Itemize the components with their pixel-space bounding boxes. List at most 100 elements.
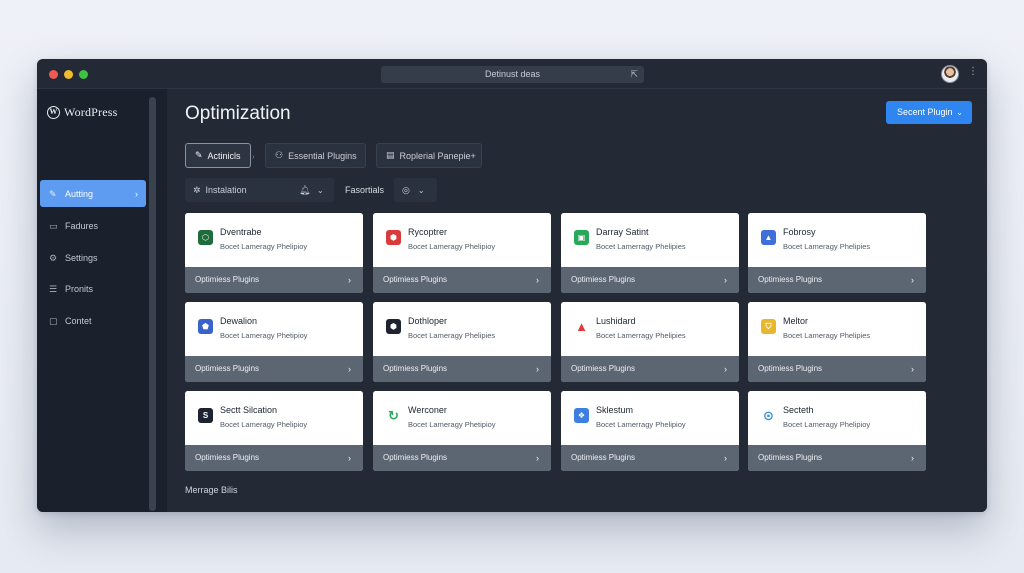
optimize-plugins-link[interactable]: Optimiess Plugins › — [561, 445, 739, 471]
plugin-description: Bocet Lamerragy Phelipioy — [596, 420, 686, 429]
card-footer-label: Optimiess Plugins — [571, 364, 636, 373]
plugin-card[interactable]: ▲ Fobrosy Bocet Lameragy Phelipies Optim… — [748, 213, 926, 293]
plugin-description: Bocet Lameragy Phelipioy — [408, 242, 496, 251]
pencil-icon: ✎ — [195, 150, 203, 160]
plugin-card[interactable]: ⬟ Dewalion Bocet Lameragy Phetipioy Opti… — [185, 302, 363, 382]
favorites-dropdown[interactable]: ◎ ⌄ — [394, 178, 437, 202]
optimize-plugins-link[interactable]: Optimiess Plugins › — [561, 267, 739, 293]
main-content: Optimization Secent Plugin ⌄ ✎ Actinicls… — [167, 89, 987, 512]
avatar[interactable] — [941, 65, 959, 83]
plugin-card[interactable]: ▣ Darray Satint Bocet Lamerragy Phelipie… — [561, 213, 739, 293]
plugin-card[interactable]: ↻ Werconer Bocet Lameragy Phetipioy Opti… — [373, 391, 551, 471]
card-body: ▲ Lushidard Bocet Lamerragy Phelipies — [561, 302, 739, 356]
address-bar[interactable]: Detinust deas ⇱ — [381, 66, 644, 83]
window-controls — [49, 70, 88, 79]
document-icon: ▭ — [49, 220, 58, 231]
optimize-plugins-link[interactable]: Optimiess Plugins › — [748, 356, 926, 382]
chevron-right-icon: › — [348, 364, 351, 374]
sidebar-item-autting[interactable]: ✎ Autting › — [40, 180, 146, 207]
sparkle-icon: ✲ — [193, 184, 201, 195]
plugin-description: Bocet Lameragy Phelipies — [783, 242, 871, 251]
share-icon[interactable]: ⇱ — [630, 66, 638, 83]
plugin-card[interactable]: ▲ Lushidard Bocet Lamerragy Phelipies Op… — [561, 302, 739, 382]
card-footer-label: Optimiess Plugins — [758, 364, 823, 373]
pin-icon: ⊙ — [761, 408, 776, 423]
chevron-right-icon: › — [536, 453, 539, 463]
plugin-name: Fobrosy — [783, 227, 816, 237]
plugin-card[interactable]: ⬢ Dothloper Bocet Lameragy Phelipies Opt… — [373, 302, 551, 382]
sidebar-item-fadures[interactable]: ▭ Fadures — [40, 212, 146, 239]
plugin-card[interactable]: ⬡ Dventrabe Bocet Lameragy Phelipioy Opt… — [185, 213, 363, 293]
chevron-down-icon: ⌄ — [317, 185, 324, 195]
plugin-description: Bocet Lameragy Phetipioy — [220, 331, 308, 340]
sidebar-item-label: Pronits — [65, 283, 94, 294]
chevron-right-icon: › — [911, 453, 914, 463]
plugin-card[interactable]: ⊙ Secteth Bocet Lameragy Phelipioy Optim… — [748, 391, 926, 471]
square-icon: ▣ — [574, 230, 589, 245]
optimize-plugins-link[interactable]: Optimiess Plugins › — [185, 356, 363, 382]
manage-bills-link[interactable]: Merrage Bilis — [185, 485, 238, 495]
globe-icon: ◎ — [402, 184, 410, 195]
chevron-right-icon: › — [536, 275, 539, 285]
sidebar-item-label: Autting — [65, 188, 94, 199]
chevron-right-icon: › — [724, 453, 727, 463]
sidebar-scrollbar[interactable] — [149, 97, 156, 511]
page-icon: ▢ — [49, 315, 58, 326]
sidebar-item-settings[interactable]: ⚙ Settings — [40, 244, 146, 271]
plugin-card[interactable]: ❖ Sklestum Bocet Lamerragy Phelipioy Opt… — [561, 391, 739, 471]
card-body: ▣ Darray Satint Bocet Lamerragy Phelipie… — [561, 213, 739, 267]
badge-icon: ⬟ — [198, 319, 213, 334]
card-footer-label: Optimiess Plugins — [195, 275, 260, 284]
card-footer-label: Optimiess Plugins — [758, 275, 823, 284]
select-plugin-button[interactable]: Secent Plugin ⌄ — [886, 101, 972, 124]
brand-name: WordPress — [64, 105, 118, 119]
installation-dropdown[interactable]: ✲ Instalation 🔔︎ ⌄ — [185, 178, 334, 202]
card-footer-label: Optimiess Plugins — [383, 364, 448, 373]
shield-icon: ⛉ — [761, 319, 776, 334]
browser-window: Detinust deas ⇱ ⋮ W WordPress ✎ Autting … — [37, 59, 987, 512]
sidebar-item-label: Contet — [65, 315, 92, 326]
optimize-plugins-link[interactable]: Optimiess Plugins › — [373, 267, 551, 293]
plugin-name: Darray Satint — [596, 227, 649, 237]
plugin-card[interactable]: S Sectt Silcation Bocet Lameragy Phelipi… — [185, 391, 363, 471]
plugin-name: Rycoptrer — [408, 227, 448, 237]
sidebar-item-contet[interactable]: ▢ Contet — [40, 307, 146, 334]
plugin-name: Dewalion — [220, 316, 258, 326]
optimize-plugins-link[interactable]: Optimiess Plugins › — [185, 267, 363, 293]
card-body: ↻ Werconer Bocet Lameragy Phetipioy — [373, 391, 551, 445]
more-icon[interactable]: ⋮ — [968, 66, 978, 77]
tab-roplerial-panepie[interactable]: ▤ Roplerial Panepie+ — [376, 143, 482, 168]
card-body: ⬢ Rycoptrer Bocet Lameragy Phelipioy — [373, 213, 551, 267]
close-window-button[interactable] — [49, 70, 58, 79]
plugin-card[interactable]: ⛉ Meltor Bocet Lameragy Phelipies Optimi… — [748, 302, 926, 382]
wordpress-icon: W — [47, 106, 60, 119]
plugin-card[interactable]: ⬢ Rycoptrer Bocet Lameragy Phelipioy Opt… — [373, 213, 551, 293]
hexagon-icon: ⬢ — [386, 230, 401, 245]
sidebar-item-pronits[interactable]: ☰ Pronits — [40, 275, 146, 302]
s-icon: S — [198, 408, 213, 423]
tab-essential-plugins[interactable]: ⚇ Essential Plugins — [265, 143, 366, 168]
tab-actinicls[interactable]: ✎ Actinicls — [185, 143, 251, 168]
card-footer-label: Optimiess Plugins — [383, 453, 448, 462]
minimize-window-button[interactable] — [64, 70, 73, 79]
plugin-name: Dventrabe — [220, 227, 262, 237]
plugin-name: Werconer — [408, 405, 447, 415]
chevron-right-icon: › — [135, 188, 138, 199]
plugin-name: Secteth — [783, 405, 814, 415]
plugin-description: Bocet Lameragy Phelipies — [408, 331, 496, 340]
plugin-description: Bocet Lamerragy Phelipies — [596, 331, 686, 340]
plugin-name: Sectt Silcation — [220, 405, 278, 415]
optimize-plugins-link[interactable]: Optimiess Plugins › — [373, 356, 551, 382]
optimize-plugins-link[interactable]: Optimiess Plugins › — [561, 356, 739, 382]
title-bar: Detinust deas ⇱ ⋮ — [37, 59, 987, 89]
optimize-plugins-link[interactable]: Optimiess Plugins › — [185, 445, 363, 471]
maximize-window-button[interactable] — [79, 70, 88, 79]
wordpress-logo[interactable]: W WordPress — [47, 105, 118, 120]
page-title: Optimization — [185, 103, 291, 124]
optimize-plugins-link[interactable]: Optimiess Plugins › — [748, 267, 926, 293]
optimize-plugins-link[interactable]: Optimiess Plugins › — [748, 445, 926, 471]
optimize-plugins-link[interactable]: Optimiess Plugins › — [373, 445, 551, 471]
tab-label: Roplerial Panepie+ — [399, 150, 476, 161]
user-icon: ⚇ — [275, 150, 284, 160]
refresh-icon: ↻ — [386, 408, 401, 423]
